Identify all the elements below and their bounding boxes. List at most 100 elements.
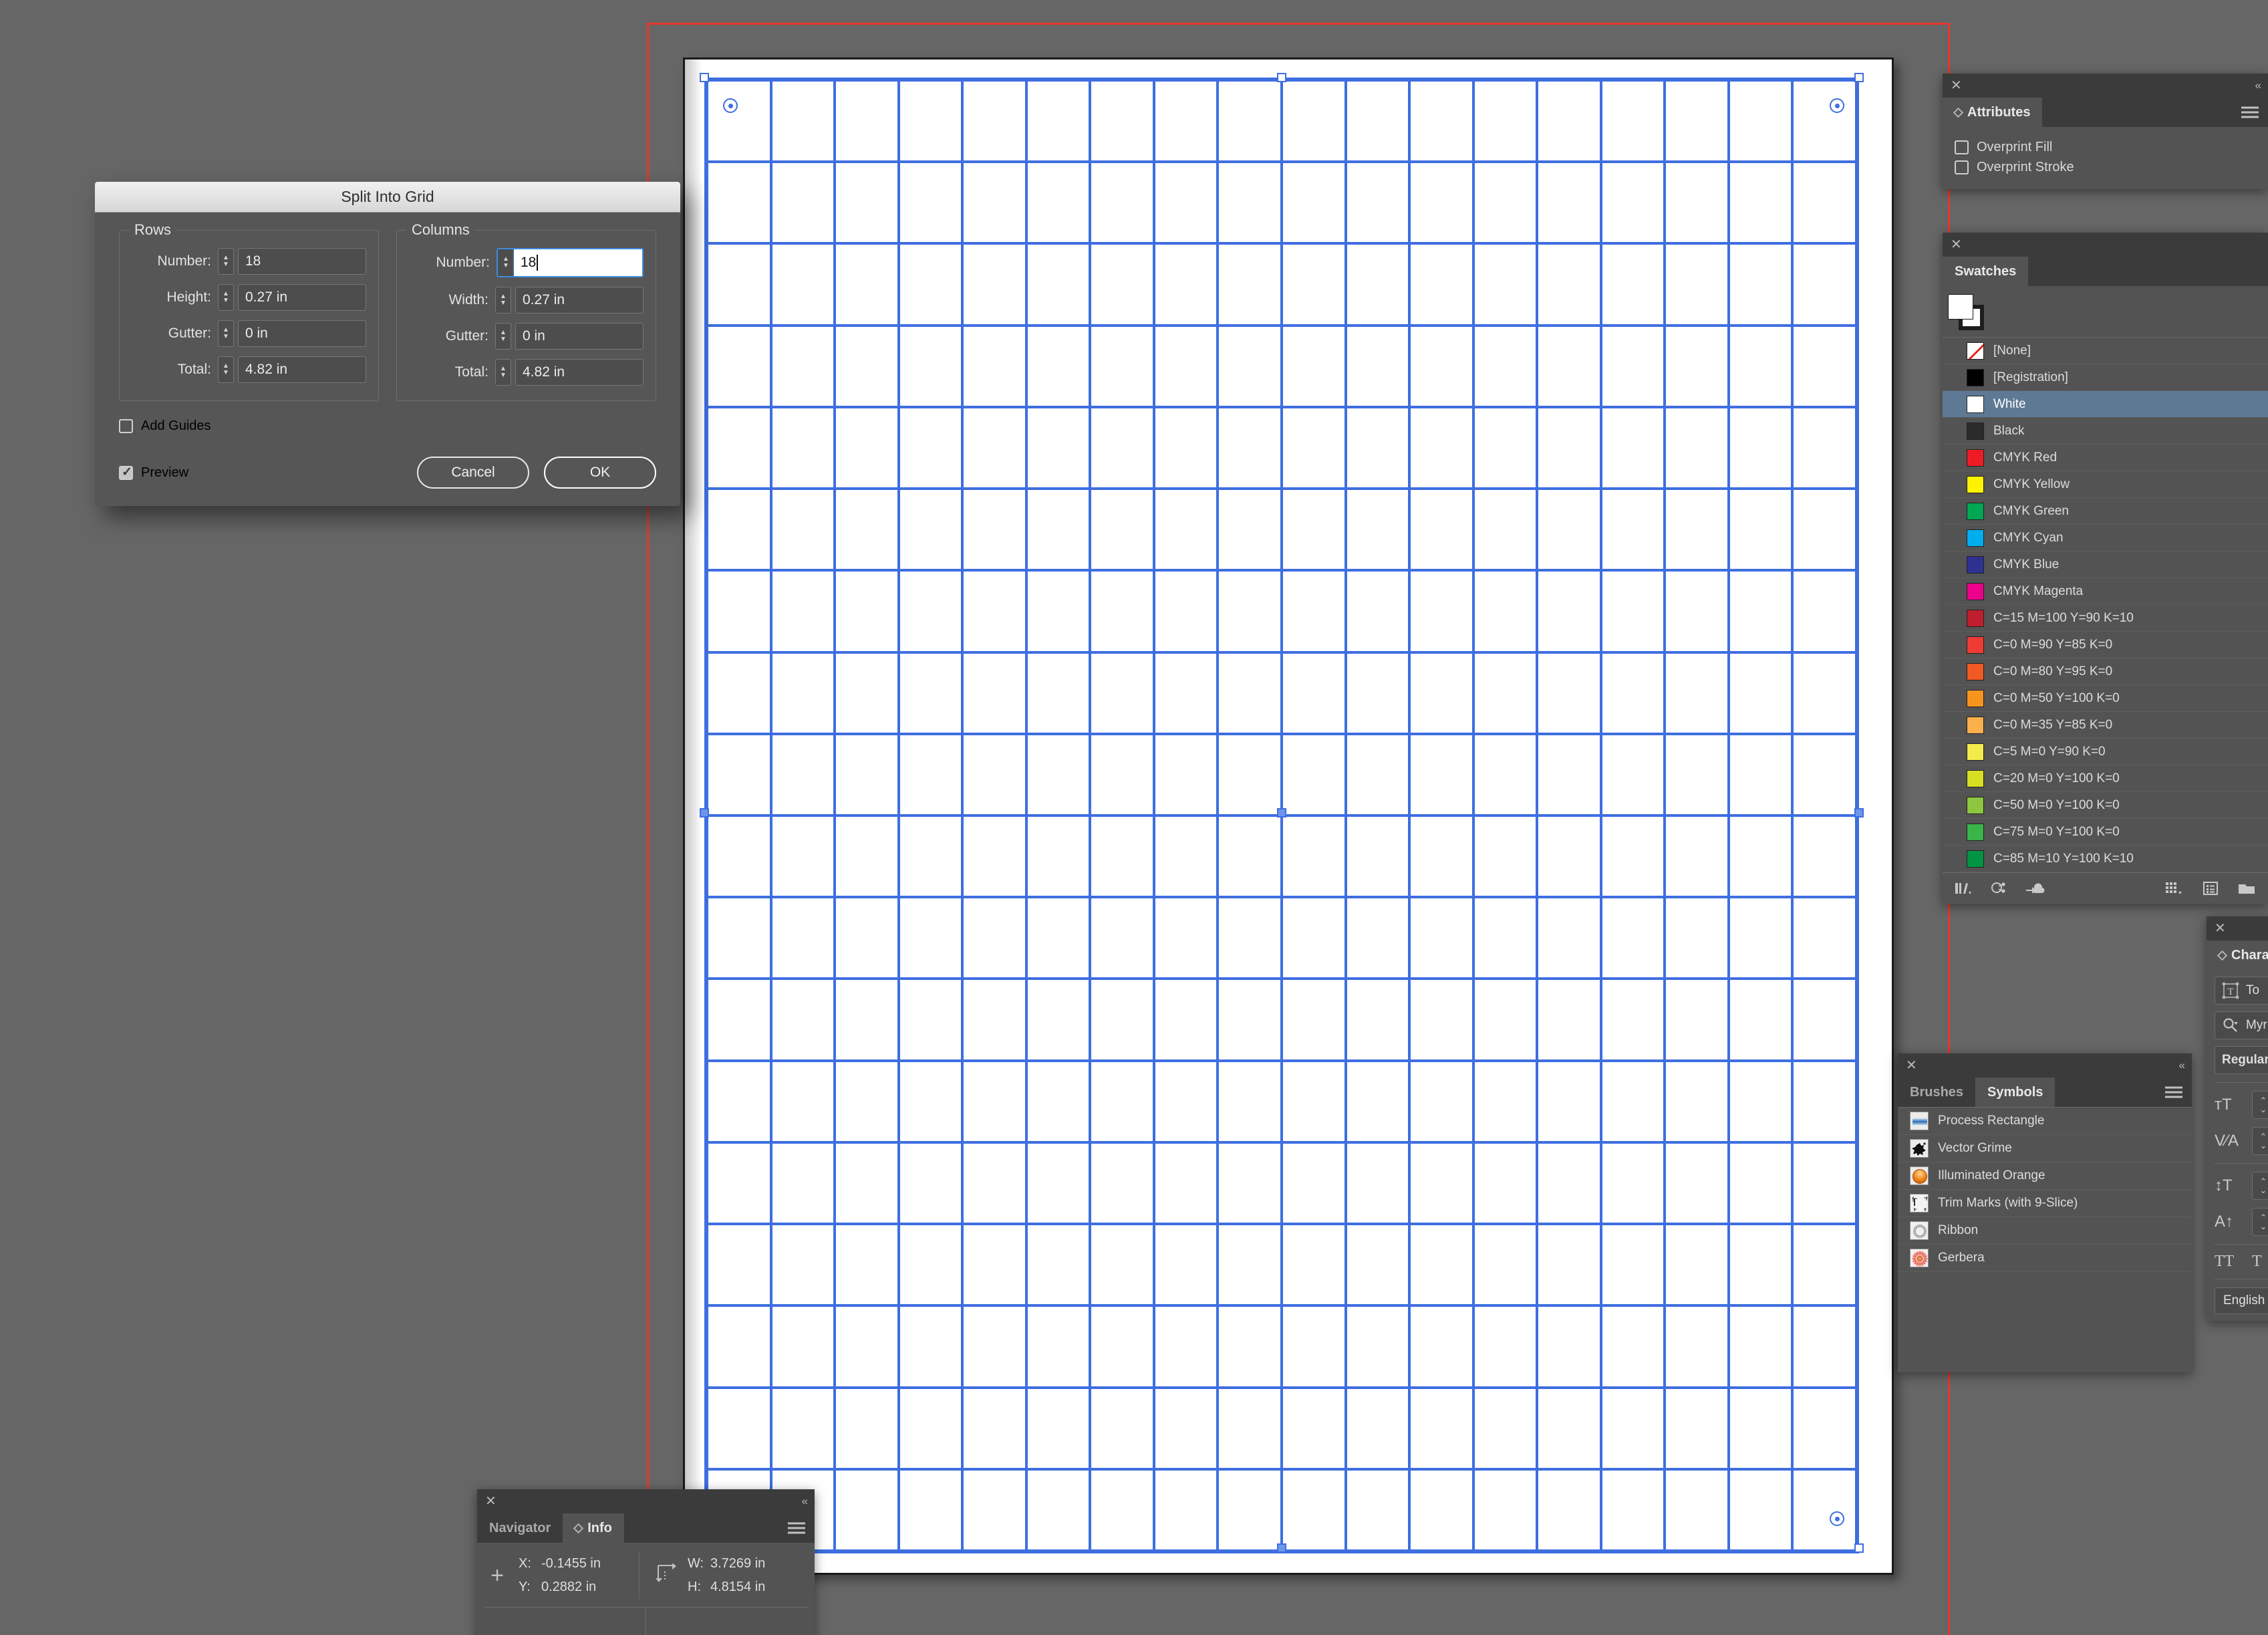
- delete-swatch-icon[interactable]: [2237, 881, 2256, 896]
- touch-type-tool-button[interactable]: T To: [2215, 977, 2268, 1005]
- preview-checkbox[interactable]: [119, 466, 133, 480]
- leading-stepper[interactable]: ⌃⌄: [2252, 1172, 2268, 1200]
- stepper-arrows[interactable]: ▲▼: [218, 248, 234, 275]
- columns-number-row[interactable]: Number:▲▼18: [409, 248, 644, 277]
- collapse-icon[interactable]: [2258, 238, 2260, 251]
- anchor-top-center[interactable]: [1277, 73, 1286, 82]
- symbol-item[interactable]: Illuminated Orange: [1898, 1162, 2192, 1190]
- tab-character[interactable]: Charac: [2207, 940, 2268, 970]
- collapse-icon[interactable]: «: [2179, 1059, 2184, 1072]
- rows-height-control[interactable]: ▲▼0.27 in: [218, 284, 366, 311]
- collapse-icon[interactable]: «: [802, 1495, 807, 1508]
- swatch-item[interactable]: C=85 M=10 Y=100 K=10: [1943, 846, 2268, 872]
- columns-width-row[interactable]: Width:▲▼0.27 in: [409, 287, 644, 313]
- fill-stroke-indicator[interactable]: [1948, 294, 2268, 332]
- cloud-upload-icon[interactable]: [2025, 881, 2045, 896]
- stepper-arrows[interactable]: ▲▼: [495, 359, 511, 386]
- new-swatch-icon[interactable]: [2203, 881, 2219, 896]
- info-panel[interactable]: ✕ « NavigatorInfo + X:-0.1455 in Y:0.288…: [477, 1489, 815, 1635]
- baseline-shift-row[interactable]: A↑ ⌃⌄: [2215, 1208, 2268, 1236]
- swatches-footer-toolbar[interactable]: [1943, 873, 2268, 904]
- swatch-libraries-icon[interactable]: [1955, 881, 1972, 896]
- stepper-arrows[interactable]: ▲▼: [498, 249, 514, 276]
- language-field[interactable]: English: [2215, 1287, 2268, 1314]
- swatch-item[interactable]: CMYK Magenta: [1943, 578, 2268, 605]
- add-guides-row[interactable]: Add Guides: [119, 418, 656, 434]
- columns-fields[interactable]: Number:▲▼18 Width:▲▼0.27 in Gutter:▲▼0 in T…: [409, 248, 644, 386]
- anchor-bottom-center[interactable]: [1277, 1543, 1286, 1553]
- columns-total-control[interactable]: ▲▼4.82 in: [495, 359, 644, 386]
- tab-info[interactable]: Info: [563, 1513, 624, 1543]
- small-caps-icon[interactable]: T: [2252, 1253, 2268, 1271]
- swatch-item[interactable]: Black: [1943, 418, 2268, 445]
- anchor-top-left[interactable]: [700, 73, 709, 82]
- anchor-bottom-right[interactable]: [1854, 1543, 1864, 1553]
- swatch-item[interactable]: CMYK Yellow: [1943, 471, 2268, 498]
- kerning-stepper[interactable]: ⌃⌄: [2252, 1127, 2268, 1155]
- tab-navigator[interactable]: Navigator: [477, 1513, 563, 1543]
- kerning-row[interactable]: V⁄A ⌃⌄: [2215, 1127, 2268, 1155]
- tab-swatches[interactable]: Swatches: [1943, 257, 2028, 286]
- stepper-arrows[interactable]: ▲▼: [495, 323, 511, 350]
- anchor-top-right[interactable]: [1854, 73, 1864, 82]
- preview-row[interactable]: Preview: [119, 465, 188, 481]
- rows-fields[interactable]: Number:▲▼18Height:▲▼0.27 inGutter:▲▼0 in…: [132, 248, 366, 383]
- columns-width-input[interactable]: 0.27 in: [515, 287, 644, 313]
- add-guides-checkbox[interactable]: [119, 419, 133, 433]
- swatch-item[interactable]: C=5 M=0 Y=90 K=0: [1943, 739, 2268, 765]
- rows-gutter-control[interactable]: ▲▼0 in: [218, 320, 366, 347]
- tab-attributes[interactable]: Attributes: [1943, 98, 2042, 127]
- swatch-item[interactable]: [None]: [1943, 338, 2268, 364]
- close-icon[interactable]: ✕: [485, 1495, 497, 1508]
- font-style-field[interactable]: Regular: [2215, 1046, 2268, 1074]
- close-icon[interactable]: ✕: [1951, 238, 1962, 251]
- font-size-row[interactable]: ᴛT ⌃⌄: [2215, 1091, 2268, 1119]
- columns-total-input[interactable]: 4.82 in: [515, 359, 644, 386]
- symbol-item[interactable]: Ribbon: [1898, 1217, 2192, 1245]
- rows-gutter-input[interactable]: 0 in: [238, 320, 366, 347]
- swatch-item[interactable]: C=20 M=0 Y=100 K=0: [1943, 765, 2268, 792]
- leading-row[interactable]: ↕T ⌃⌄: [2215, 1172, 2268, 1200]
- symbol-item[interactable]: Vector Grime: [1898, 1135, 2192, 1162]
- overprint-stroke-row[interactable]: Overprint Stroke: [1955, 160, 2256, 175]
- swatch-item[interactable]: [Registration]: [1943, 364, 2268, 391]
- overprint-stroke-checkbox[interactable]: [1955, 160, 1969, 174]
- swatch-item[interactable]: C=15 M=100 Y=90 K=10: [1943, 605, 2268, 632]
- ok-button[interactable]: OK: [544, 457, 656, 489]
- symbol-item[interactable]: Process Rectangle: [1898, 1108, 2192, 1135]
- panel-menu-icon[interactable]: [788, 1523, 805, 1534]
- swatch-item[interactable]: CMYK Blue: [1943, 551, 2268, 578]
- rows-height-row[interactable]: Height:▲▼0.27 in: [132, 284, 366, 311]
- symbols-panel[interactable]: ✕ « BrushesSymbols Process RectangleVect…: [1898, 1053, 2192, 1372]
- rows-total-control[interactable]: ▲▼4.82 in: [218, 356, 366, 383]
- anchor-middle-center[interactable]: [1277, 808, 1286, 818]
- columns-gutter-row[interactable]: Gutter:▲▼0 in: [409, 323, 644, 350]
- character-panel[interactable]: ✕ Charac T To Myr Regular ᴛT ⌃⌄: [2207, 916, 2268, 1321]
- overprint-fill-row[interactable]: Overprint Fill: [1955, 140, 2256, 155]
- cancel-button[interactable]: Cancel: [417, 457, 529, 489]
- rows-number-input[interactable]: 18: [238, 248, 366, 275]
- fill-swatch[interactable]: [1948, 294, 1973, 320]
- swatch-item[interactable]: White: [1943, 391, 2268, 418]
- stepper-arrows[interactable]: ▲▼: [218, 284, 234, 311]
- rows-number-row[interactable]: Number:▲▼18: [132, 248, 366, 275]
- panel-menu-icon[interactable]: [2241, 107, 2259, 118]
- columns-total-row[interactable]: Total:▲▼4.82 in: [409, 359, 644, 386]
- swatch-item[interactable]: CMYK Green: [1943, 498, 2268, 525]
- attributes-panel[interactable]: ✕ « Attributes Overprint Fill Overprint …: [1943, 74, 2268, 189]
- stepper-arrows[interactable]: ▲▼: [218, 320, 234, 347]
- overprint-fill-checkbox[interactable]: [1955, 140, 1969, 154]
- rows-total-row[interactable]: Total:▲▼4.82 in: [132, 356, 366, 383]
- collapse-icon[interactable]: «: [2255, 79, 2260, 92]
- close-icon[interactable]: ✕: [1906, 1059, 1917, 1072]
- all-caps-icon[interactable]: TT: [2215, 1253, 2244, 1271]
- baseline-shift-stepper[interactable]: ⌃⌄: [2252, 1208, 2268, 1236]
- new-color-group-icon[interactable]: [2165, 881, 2184, 896]
- swatch-item[interactable]: CMYK Cyan: [1943, 525, 2268, 551]
- stepper-arrows[interactable]: ▲▼: [218, 356, 234, 383]
- split-grid-preview[interactable]: [707, 80, 1856, 1551]
- rows-total-input[interactable]: 4.82 in: [238, 356, 366, 383]
- symbol-item[interactable]: Trim Marks (with 9-Slice): [1898, 1190, 2192, 1217]
- case-row[interactable]: TT T: [2215, 1253, 2268, 1271]
- columns-gutter-control[interactable]: ▲▼0 in: [495, 323, 644, 350]
